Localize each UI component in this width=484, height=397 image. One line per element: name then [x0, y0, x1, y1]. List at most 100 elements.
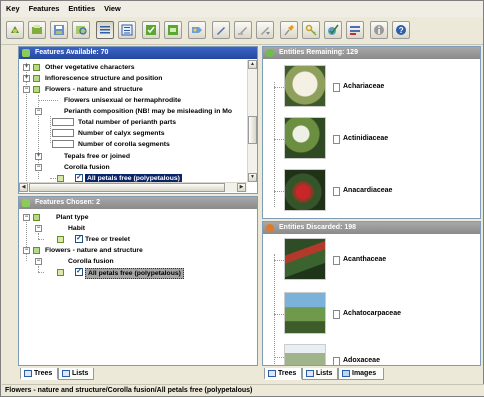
number-input[interactable]	[52, 118, 74, 126]
tab-lists-left[interactable]: Lists	[58, 368, 94, 380]
find-icon	[76, 26, 87, 35]
tab-lists-right[interactable]: Lists	[302, 368, 338, 380]
tree-view-icon	[121, 24, 133, 36]
scroll-thumb[interactable]	[29, 183, 225, 192]
collapse-icon[interactable]: −	[35, 225, 42, 232]
tab-label: Lists	[316, 370, 333, 377]
state-checkbox[interactable]: ✓	[75, 174, 83, 182]
left-tabbar: Trees Lists	[18, 368, 258, 381]
pencil-icon	[217, 27, 225, 35]
tree-label: Habit	[68, 225, 85, 232]
pin-icon	[284, 25, 294, 36]
sort-icon	[261, 27, 270, 35]
omit-button[interactable]	[234, 21, 252, 39]
scroll-up-button[interactable]: ▲	[248, 60, 257, 69]
pencil-button[interactable]	[212, 21, 230, 39]
horizontal-scrollbar[interactable]: ◀ ▶	[19, 182, 247, 192]
entities-discarded-panel: Entities Discarded: 198 Acanthaceae Acha…	[262, 221, 481, 366]
features-icon	[22, 199, 30, 207]
collapse-icon[interactable]: −	[35, 108, 42, 115]
tree-label: Inflorescence structure and position	[45, 75, 163, 82]
toolbar: ?	[1, 17, 483, 45]
sort-button[interactable]	[256, 21, 274, 39]
menubar: Key Features Entities View	[1, 1, 483, 18]
restart-icon	[11, 26, 19, 33]
tree-label: All petals free (polypetalous)	[85, 268, 184, 279]
app-window: Key Features Entities View ? Features Avail…	[0, 0, 484, 397]
tree-label: Tree or treelet	[85, 236, 130, 243]
feature-icon	[33, 64, 40, 71]
best-features-button[interactable]	[142, 21, 160, 39]
restart-button[interactable]	[6, 21, 24, 39]
scroll-right-button[interactable]: ▶	[237, 183, 246, 192]
diagnose-button[interactable]	[188, 21, 206, 39]
list-view-button[interactable]	[96, 21, 114, 39]
svg-text:?: ?	[399, 26, 404, 35]
collapse-icon[interactable]: −	[23, 86, 30, 93]
entity-thumbnail[interactable]	[284, 65, 326, 107]
document-icon[interactable]	[333, 357, 340, 365]
feature-icon	[33, 247, 40, 254]
scroll-left-button[interactable]: ◀	[19, 183, 28, 192]
tree-label: Total number of perianth parts	[78, 119, 177, 126]
separate-features-button[interactable]	[164, 21, 182, 39]
entity-thumbnail[interactable]	[284, 292, 326, 334]
save-button[interactable]	[50, 21, 68, 39]
document-icon[interactable]	[333, 187, 340, 196]
diagnose-icon	[192, 27, 202, 33]
entity-name: Anacardiaceae	[343, 187, 393, 194]
document-icon[interactable]	[333, 256, 340, 265]
menu-key[interactable]: Key	[1, 1, 24, 13]
tree-label: Flowers - nature and structure	[45, 86, 143, 93]
help-button[interactable]: ?	[392, 21, 410, 39]
menu-view[interactable]: View	[99, 1, 125, 13]
collapse-icon[interactable]: −	[23, 247, 30, 254]
scroll-thumb[interactable]	[248, 116, 257, 144]
features-icon	[22, 49, 30, 57]
scroll-down-button[interactable]: ▼	[248, 173, 257, 182]
features-best-icon	[146, 25, 156, 35]
list-view-icon	[100, 26, 110, 34]
vertical-scrollbar[interactable]: ▲ ▼	[247, 60, 257, 182]
menu-features[interactable]: Features	[24, 1, 64, 13]
number-input[interactable]	[52, 140, 74, 148]
entity-thumbnail[interactable]	[284, 169, 326, 211]
menu-entities[interactable]: Entities	[63, 1, 99, 13]
state-checkbox[interactable]: ✓	[75, 268, 83, 276]
document-icon[interactable]	[333, 135, 340, 144]
entities-remaining-panel: Entities Remaining: 129 Achariaceae Acti…	[262, 46, 481, 219]
entity-thumbnail[interactable]	[284, 117, 326, 159]
document-icon[interactable]	[333, 83, 340, 92]
key-button[interactable]	[302, 21, 320, 39]
open-key-button[interactable]	[28, 21, 46, 39]
expand-icon[interactable]: +	[35, 153, 42, 160]
collapse-icon[interactable]: −	[35, 164, 42, 171]
document-icon[interactable]	[333, 310, 340, 319]
expand-icon[interactable]: +	[23, 64, 30, 71]
find-button[interactable]	[72, 21, 90, 39]
check-button[interactable]	[324, 21, 342, 39]
collapse-icon[interactable]: −	[23, 214, 30, 221]
tab-trees-left[interactable]: Trees	[20, 368, 58, 380]
info-icon	[374, 25, 384, 35]
entities-remaining-header: Entities Remaining: 129	[263, 47, 480, 59]
entity-thumbnail[interactable]	[284, 344, 326, 365]
help-icon: ?	[396, 25, 406, 35]
info-button[interactable]	[370, 21, 388, 39]
collapse-icon[interactable]: −	[35, 258, 42, 265]
entity-thumbnail[interactable]	[284, 238, 326, 280]
trees-icon	[24, 370, 32, 377]
entity-name: Actinidiaceae	[343, 135, 389, 142]
expand-icon[interactable]: +	[23, 75, 30, 82]
tab-images-right[interactable]: Images	[338, 368, 384, 380]
features-chosen-header: Features Chosen: 2	[19, 197, 257, 209]
tab-trees-right[interactable]: Trees	[264, 368, 302, 380]
state-icon	[57, 269, 64, 276]
tree-view-button[interactable]	[118, 21, 136, 39]
number-input[interactable]	[52, 129, 74, 137]
feature-icon	[33, 75, 40, 82]
state-checkbox[interactable]: ✓	[75, 235, 83, 243]
settings-button[interactable]	[346, 21, 364, 39]
save-icon	[54, 25, 64, 35]
pin-button[interactable]	[280, 21, 298, 39]
